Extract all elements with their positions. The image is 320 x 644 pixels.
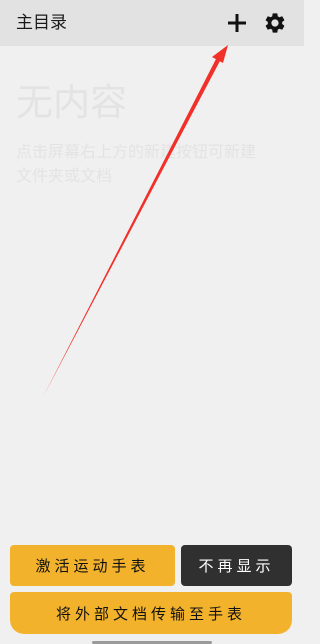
- page-title: 主目录: [16, 13, 67, 33]
- transfer-docs-button[interactable]: 将外部文档传输至手表: [10, 592, 292, 634]
- settings-button[interactable]: [263, 11, 287, 35]
- top-bar: 主目录: [0, 0, 304, 46]
- empty-state-hint: 点击屏幕右上方的新建按钮可新建文件夹或文档: [16, 142, 257, 185]
- dont-show-again-button[interactable]: 不再显示: [181, 545, 292, 586]
- annotation-arrow-head: [212, 45, 228, 63]
- plus-icon: [228, 14, 246, 32]
- add-button[interactable]: [224, 10, 250, 36]
- empty-state-title: 无内容: [16, 81, 127, 124]
- activate-watch-button[interactable]: 激活运动手表: [10, 545, 175, 586]
- gear-icon: [265, 13, 285, 33]
